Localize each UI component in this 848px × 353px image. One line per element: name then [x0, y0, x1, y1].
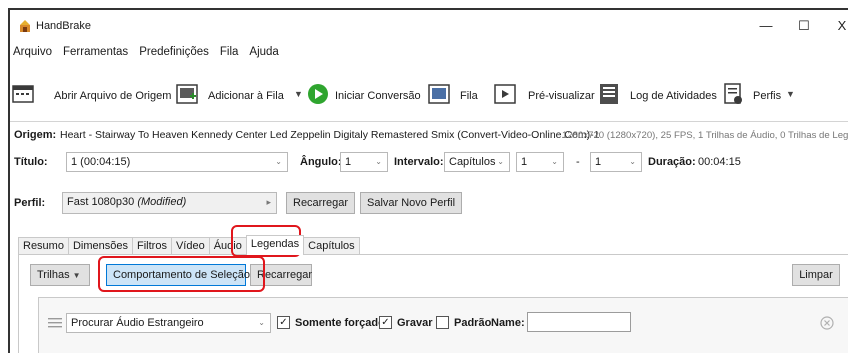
- tab-summary[interactable]: Resumo: [18, 237, 69, 255]
- tab-video[interactable]: Vídeo: [170, 237, 210, 255]
- preset-row: Perfil: Fast 1080p30 (Modified) ▸ Recarr…: [10, 192, 848, 216]
- range-start-select[interactable]: 1 ⌄: [516, 152, 564, 172]
- remove-track-icon[interactable]: [820, 316, 834, 330]
- preset-reload-button[interactable]: Recarregar: [286, 192, 356, 214]
- start-encode-icon[interactable]: [307, 83, 329, 105]
- range-mode-select[interactable]: Capítulos ⌄: [444, 152, 510, 172]
- angle-select[interactable]: 1 ⌄: [340, 152, 388, 172]
- add-to-queue-button[interactable]: Adicionar à Fila: [208, 90, 284, 102]
- menu-ajuda[interactable]: Ajuda: [248, 44, 279, 64]
- handbrake-logo-icon: [20, 20, 30, 32]
- presets-dropdown[interactable]: ▼: [786, 89, 795, 99]
- source-name: Heart - Stairway To Heaven Kennedy Cente…: [60, 129, 600, 141]
- chevron-right-icon: ▸: [266, 197, 271, 207]
- preset-modified: (Modified): [137, 196, 187, 208]
- preview-button[interactable]: Pré-visualizar: [528, 90, 595, 102]
- range-dash: -: [576, 156, 580, 168]
- preview-icon[interactable]: [494, 83, 516, 105]
- menu-ferramentas[interactable]: Ferramentas: [62, 44, 129, 64]
- preset-selector[interactable]: Fast 1080p30 (Modified) ▸: [62, 192, 277, 214]
- activity-log-button[interactable]: Log de Atividades: [630, 90, 717, 102]
- menu-predefinicoes[interactable]: Predefinições: [138, 44, 210, 64]
- chevron-down-icon: ⌄: [497, 157, 504, 166]
- title-select[interactable]: 1 (00:04:15) ⌄: [66, 152, 288, 172]
- tab-subtitles[interactable]: Legendas: [245, 235, 305, 255]
- queue-button[interactable]: Fila: [460, 90, 478, 102]
- start-encode-button[interactable]: Iniciar Conversão: [335, 90, 421, 102]
- tab-filters[interactable]: Filtros: [132, 237, 172, 255]
- toolbar: Abrir Arquivo de Origem Adicionar à Fila…: [10, 70, 848, 122]
- title-label: Título:: [14, 156, 48, 168]
- range-label: Intervalo:: [394, 156, 444, 168]
- name-label: Name:: [491, 317, 525, 329]
- add-to-queue-dropdown[interactable]: ▼: [294, 89, 303, 99]
- menu-fila[interactable]: Fila: [219, 44, 240, 64]
- burn-in-label: Gravar: [397, 317, 433, 329]
- presets-icon[interactable]: [722, 83, 744, 105]
- chevron-down-icon: ⌄: [258, 318, 265, 327]
- chevron-down-icon: ⌄: [551, 157, 558, 166]
- tab-chapters[interactable]: Capítulos: [303, 237, 360, 255]
- maximize-button[interactable]: ☐: [794, 16, 814, 36]
- tracks-label: Trilhas: [37, 269, 70, 281]
- range-start-value: 1: [521, 156, 528, 168]
- chevron-down-icon: ▼: [72, 271, 81, 280]
- subtitle-source-select[interactable]: Procurar Áudio Estrangeiro ⌄: [66, 313, 271, 333]
- tracks-button[interactable]: Trilhas ▼: [30, 264, 90, 286]
- title-bar: HandBrake — ☐ X: [10, 10, 848, 42]
- subtitle-source-value: Procurar Áudio Estrangeiro: [71, 317, 204, 329]
- open-source-icon[interactable]: [12, 83, 34, 105]
- presets-button[interactable]: Perfis: [753, 90, 781, 102]
- minimize-button[interactable]: —: [756, 16, 776, 36]
- clear-button[interactable]: Limpar: [792, 264, 840, 286]
- save-new-preset-button[interactable]: Salvar Novo Perfil: [360, 192, 463, 214]
- duration-label: Duração:: [648, 156, 696, 168]
- subtitle-track-row: Procurar Áudio Estrangeiro ⌄ ✓ Somente fo…: [38, 297, 848, 353]
- default-label: Padrão: [454, 317, 492, 329]
- title-value: 1 (00:04:15): [71, 156, 131, 168]
- source-info: 1280x720 (1280x720), 25 FPS, 1 Trilhas d…: [562, 130, 848, 141]
- chevron-down-icon: ⌄: [629, 157, 636, 166]
- title-row: Título: 1 (00:04:15) ⌄ Ângulo: 1 ⌄ Interva…: [10, 152, 848, 174]
- angle-value: 1: [345, 156, 352, 168]
- range-end-value: 1: [595, 156, 602, 168]
- drag-handle-icon[interactable]: [48, 317, 62, 329]
- chevron-down-icon: ⌄: [375, 157, 382, 166]
- chevron-down-icon: ⌄: [275, 157, 282, 166]
- burn-in-checkbox[interactable]: ✓: [379, 316, 392, 329]
- preset-label: Perfil:: [14, 197, 46, 209]
- menu-bar: Arquivo Ferramentas Predefinições Fila A…: [10, 44, 280, 64]
- window-title: HandBrake: [36, 20, 92, 32]
- activity-log-icon[interactable]: [598, 83, 620, 105]
- subtitle-name-input[interactable]: [527, 312, 631, 332]
- angle-label: Ângulo:: [300, 156, 342, 168]
- forced-only-checkbox[interactable]: ✓: [277, 316, 290, 329]
- range-mode-value: Capítulos: [449, 156, 496, 168]
- open-source-button[interactable]: Abrir Arquivo de Origem: [54, 90, 171, 102]
- tab-bar: Resumo Dimensões Filtros Vídeo Áudio Leg…: [18, 235, 360, 255]
- handbrake-window: HandBrake — ☐ X Arquivo Ferramentas Pred…: [8, 8, 848, 353]
- tab-dimensions[interactable]: Dimensões: [67, 237, 133, 255]
- selection-behavior-highlight: [98, 256, 265, 292]
- queue-icon[interactable]: [428, 83, 450, 105]
- forced-only-label: Somente forçado: [295, 317, 385, 329]
- close-button[interactable]: X: [832, 16, 848, 36]
- default-checkbox[interactable]: [436, 316, 449, 329]
- preset-value: Fast 1080p30: [67, 196, 135, 208]
- range-end-select[interactable]: 1 ⌄: [590, 152, 642, 172]
- duration-value: 00:04:15: [698, 156, 741, 168]
- add-to-queue-icon[interactable]: [176, 83, 198, 105]
- menu-arquivo[interactable]: Arquivo: [12, 44, 53, 64]
- source-label: Origem:: [14, 129, 57, 141]
